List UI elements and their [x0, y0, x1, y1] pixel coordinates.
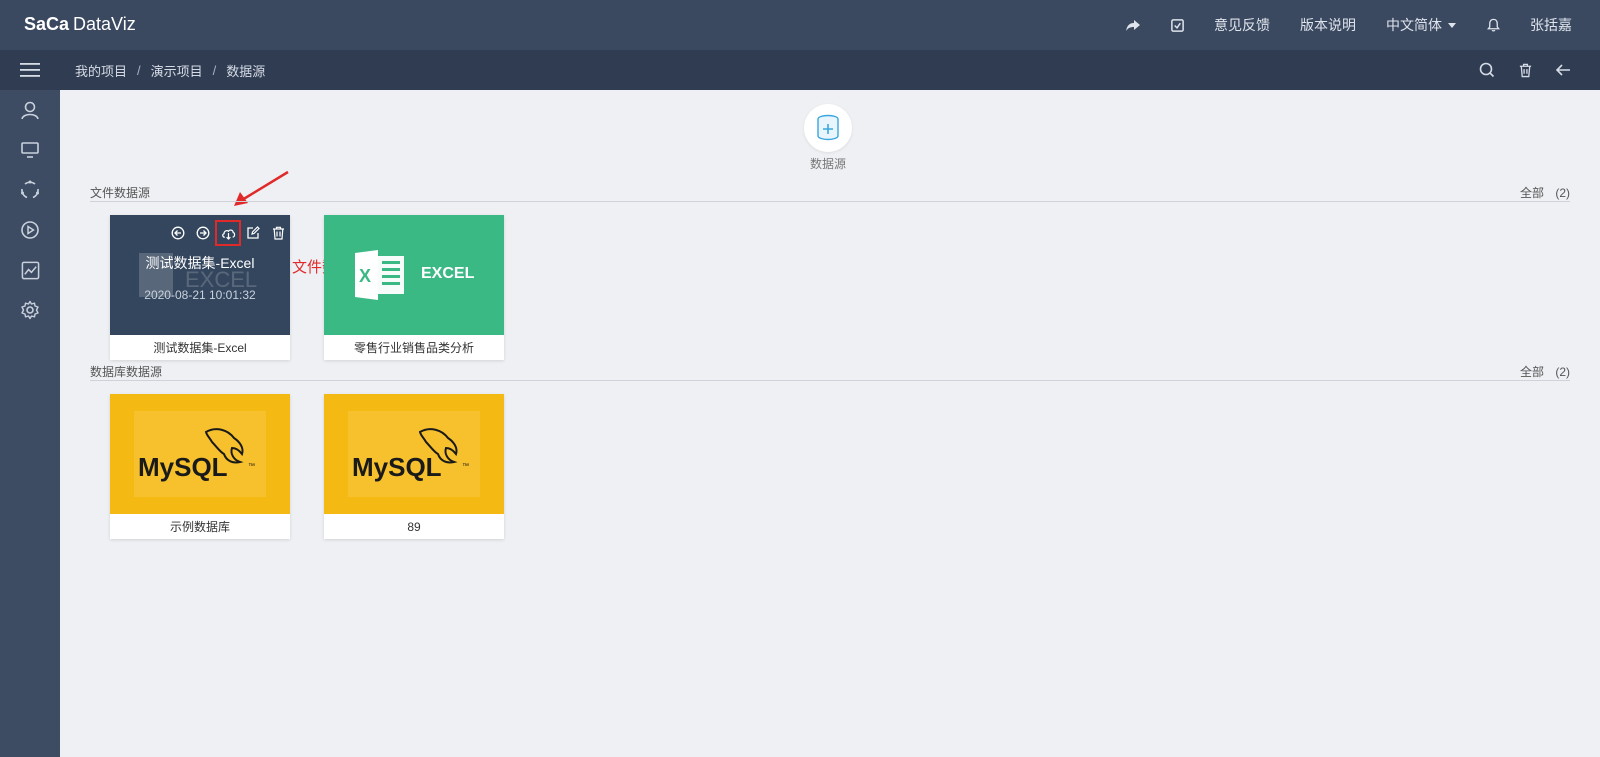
section-filter[interactable]: 全部 (2): [1520, 363, 1570, 380]
svg-text:™: ™: [248, 463, 255, 470]
section-file-datasource: 文件数据源 全部 (2): [90, 184, 1570, 202]
svg-text:™: ™: [462, 463, 469, 470]
filter-all-label: 全部: [1519, 365, 1544, 379]
sub-bar-actions: [1468, 50, 1582, 90]
database-add-icon: [817, 114, 839, 141]
datasource-card[interactable]: MySQL ™ 89: [324, 394, 504, 539]
mysql-logo-icon: MySQL ™: [348, 411, 480, 497]
add-datasource-button[interactable]: 数据源: [803, 104, 853, 172]
share-icon[interactable]: [1111, 0, 1155, 50]
user-icon[interactable]: [0, 90, 60, 130]
card-thumbnail-mysql[interactable]: MySQL ™: [324, 394, 504, 514]
card-caption: 89: [407, 519, 421, 534]
section-title: 数据库数据源: [90, 365, 163, 379]
language-dropdown[interactable]: 中文简体: [1371, 0, 1471, 50]
edit-check-icon[interactable]: [1155, 0, 1199, 50]
monitor-icon[interactable]: [0, 130, 60, 170]
section-filter[interactable]: 全部 (2): [1520, 184, 1570, 201]
user-menu[interactable]: 张括嘉: [1515, 0, 1600, 50]
breadcrumb-item-demo[interactable]: 演示项目: [151, 61, 203, 80]
svg-text:MySQL: MySQL: [138, 452, 228, 482]
excel-thumb-label: EXCEL: [421, 265, 475, 282]
chart-icon[interactable]: [0, 250, 60, 290]
datasource-card[interactable]: MySQL ™ 示例数据库: [110, 394, 290, 539]
card-caption: 示例数据库: [169, 520, 230, 534]
logo-name: DataViz: [73, 14, 136, 34]
card-thumbnail-mysql[interactable]: MySQL ™: [110, 394, 290, 514]
chevron-down-icon: [1448, 22, 1456, 28]
card-caption: 零售行业销售品类分析: [353, 341, 474, 355]
sidebar: [0, 90, 60, 757]
top-bar: SaCa DataViz 意见反馈 版本说明 中文简体 张括嘉: [0, 0, 1600, 50]
card-hover-time: 2020-08-21 10:01:32: [144, 288, 256, 302]
back-arrow-icon[interactable]: [1544, 50, 1582, 90]
add-datasource-label: 数据源: [809, 157, 846, 171]
breadcrumb-separator: /: [212, 62, 217, 78]
logo-mark: SaCa: [24, 14, 70, 34]
section-database-datasource: 数据库数据源 全部 (2): [90, 363, 1570, 381]
breadcrumb-separator: /: [137, 62, 141, 78]
edit-icon[interactable]: [241, 221, 265, 245]
breadcrumb: 我的项目 / 演示项目 / 数据源: [75, 50, 265, 90]
bell-icon[interactable]: [1471, 0, 1515, 50]
language-label: 中文简体: [1386, 17, 1442, 33]
section-title: 文件数据源: [90, 186, 151, 200]
svg-text:X: X: [359, 266, 371, 286]
cloud-download-icon[interactable]: [215, 220, 241, 246]
search-icon[interactable]: [1468, 50, 1506, 90]
mysql-logo-icon: MySQL ™: [134, 411, 266, 497]
filter-all-label: 全部: [1519, 186, 1544, 200]
datasource-card[interactable]: EXCEL 测试数据集-Excel 2020-08-21 10:01:32 测试…: [110, 215, 290, 360]
filter-count: (2): [1555, 186, 1570, 200]
menu-icon[interactable]: [0, 50, 60, 90]
play-icon[interactable]: [0, 210, 60, 250]
card-thumbnail-hover[interactable]: EXCEL 测试数据集-Excel 2020-08-21 10:01:32: [110, 215, 290, 335]
breadcrumb-item-projects[interactable]: 我的项目: [75, 61, 127, 80]
sub-bar: 我的项目 / 演示项目 / 数据源: [0, 50, 1600, 90]
breadcrumb-item-datasource: 数据源: [226, 63, 266, 79]
add-datasource-circle[interactable]: [804, 104, 852, 152]
card-caption: 测试数据集-Excel: [153, 341, 247, 355]
version-link[interactable]: 版本说明: [1285, 0, 1371, 50]
app-logo[interactable]: SaCa DataViz: [24, 14, 136, 35]
card-hover-title: 测试数据集-Excel: [145, 255, 255, 271]
trash-icon[interactable]: [1506, 50, 1544, 90]
gear-icon[interactable]: [0, 290, 60, 330]
filter-count: (2): [1555, 365, 1570, 379]
main-content: 数据源 文件数据源导出 文件数据源 全部 (2) EXCEL: [60, 90, 1600, 757]
datasource-card[interactable]: X EXCEL 零售行业销售品类分析: [324, 215, 504, 360]
card-toolbar: [166, 220, 290, 246]
top-right-menu: 意见反馈 版本说明 中文简体 张括嘉: [1111, 0, 1600, 50]
cycle-icon[interactable]: [0, 170, 60, 210]
move-right-icon[interactable]: [191, 221, 215, 245]
feedback-link[interactable]: 意见反馈: [1199, 0, 1285, 50]
move-left-icon[interactable]: [166, 221, 190, 245]
card-thumbnail-excel[interactable]: X EXCEL: [324, 215, 504, 335]
svg-text:MySQL: MySQL: [352, 452, 442, 482]
delete-icon[interactable]: [266, 221, 290, 245]
